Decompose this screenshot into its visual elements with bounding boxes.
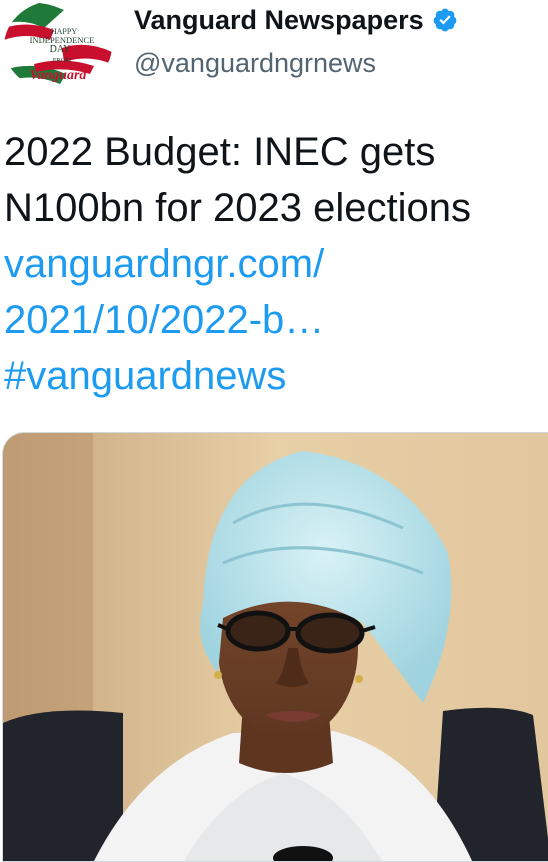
avatar-logo: Vanguard [30, 68, 88, 83]
tweet-link-line-1[interactable]: vanguardngr.com/ [4, 236, 544, 292]
avatar[interactable]: HAPPY INDEPENDENCE DAY FROM Vanguard [4, 0, 112, 92]
display-name[interactable]: Vanguard Newspapers [134, 5, 424, 36]
display-name-row[interactable]: Vanguard Newspapers [134, 2, 458, 38]
avatar-text-from: FROM [53, 57, 72, 64]
tweet-header: HAPPY INDEPENDENCE DAY FROM Vanguard Van… [0, 0, 548, 100]
tweet-media-photo[interactable] [2, 432, 548, 862]
tweet-text-line-2: N100bn for 2023 elections [4, 186, 471, 230]
tweet-text: 2022 Budget: INEC gets N100bn for 2023 e… [4, 124, 544, 404]
photo-image [3, 433, 548, 861]
account-handle[interactable]: @vanguardngrnews [134, 48, 376, 79]
tweet-link-line-2[interactable]: 2021/10/2022-b… [4, 292, 544, 348]
avatar-text-day: DAY [50, 44, 71, 55]
avatar-image: HAPPY INDEPENDENCE DAY FROM Vanguard [4, 0, 112, 92]
tweet-text-line-1: 2022 Budget: INEC gets [4, 130, 436, 174]
hashtag-link[interactable]: #vanguardnews [4, 348, 544, 404]
verified-badge-icon [432, 7, 458, 33]
